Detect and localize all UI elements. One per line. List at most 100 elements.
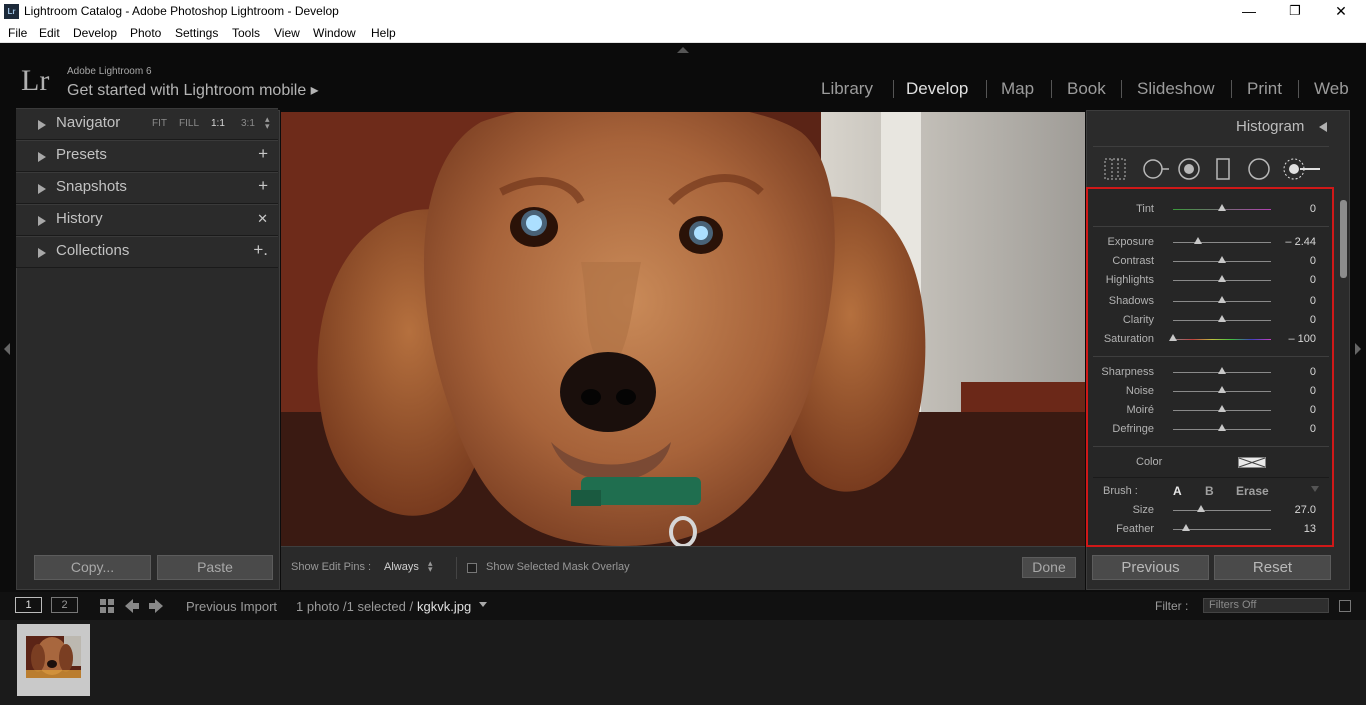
paste-button[interactable]: Paste <box>157 555 273 580</box>
nav-3-1[interactable]: 3:1 <box>241 118 255 129</box>
minimize-button[interactable]: — <box>1226 0 1272 23</box>
mask-overlay-checkbox[interactable] <box>467 563 477 573</box>
slider-value[interactable]: 0 <box>1310 203 1316 215</box>
menu-photo[interactable]: Photo <box>130 26 161 40</box>
slider-saturation[interactable]: Saturation – 100 <box>1090 331 1320 349</box>
module-map[interactable]: Map <box>1001 79 1034 99</box>
color-swatch-icon[interactable] <box>1238 457 1266 468</box>
expand-triangle-icon[interactable] <box>38 120 46 130</box>
filename-dropdown-icon[interactable] <box>479 602 487 607</box>
collections-section[interactable]: Collections +. <box>16 236 278 268</box>
filmstrip-thumbnail[interactable] <box>17 624 90 696</box>
copy-button[interactable]: Copy... <box>34 555 151 580</box>
menu-view[interactable]: View <box>274 26 300 40</box>
slider-thumb[interactable] <box>1193 237 1202 244</box>
primary-window-button[interactable]: 1 <box>15 597 42 613</box>
filter-dropdown[interactable]: Filters Off <box>1203 598 1329 613</box>
slider-value[interactable]: 0 <box>1310 366 1316 378</box>
snapshots-section[interactable]: Snapshots + <box>16 172 278 204</box>
slider-defringe[interactable]: Defringe 0 <box>1090 421 1320 439</box>
slider-shadows[interactable]: Shadows 0 <box>1090 293 1320 311</box>
module-develop[interactable]: Develop <box>906 79 968 99</box>
history-section[interactable]: History ✕ <box>16 204 278 236</box>
secondary-window-button[interactable]: 2 <box>51 597 78 613</box>
brush-erase-button[interactable]: Erase <box>1236 484 1269 498</box>
menu-window[interactable]: Window <box>313 26 356 40</box>
slider-track[interactable] <box>1173 510 1271 511</box>
brush-a-button[interactable]: A <box>1173 484 1182 498</box>
module-print[interactable]: Print <box>1247 79 1282 99</box>
expand-triangle-icon[interactable] <box>38 184 46 194</box>
slider-brush-feather[interactable]: Feather 13 <box>1090 521 1320 539</box>
brush-collapse-icon[interactable] <box>1311 486 1319 492</box>
slider-clarity[interactable]: Clarity 0 <box>1090 312 1320 330</box>
slider-value[interactable]: 0 <box>1310 404 1316 416</box>
photo-preview[interactable] <box>281 112 1085 546</box>
slider-contrast[interactable]: Contrast 0 <box>1090 253 1320 271</box>
slider-track[interactable] <box>1173 339 1271 340</box>
slider-thumb[interactable] <box>1218 275 1226 282</box>
navigator-section[interactable]: Navigator <box>16 108 278 140</box>
nav-fill[interactable]: FILL <box>179 118 199 129</box>
histogram-label[interactable]: Histogram <box>1236 118 1304 135</box>
histogram-collapse-icon[interactable] <box>1319 122 1327 132</box>
slider-thumb[interactable] <box>1169 334 1177 341</box>
slider-value[interactable]: 0 <box>1310 385 1316 397</box>
slider-exposure[interactable]: Exposure – 2.44 <box>1090 234 1320 252</box>
filter-lock-icon[interactable] <box>1339 600 1351 612</box>
brush-b-button[interactable]: B <box>1205 484 1214 498</box>
presets-section[interactable]: Presets + <box>16 140 278 172</box>
zoom-stepper-icon[interactable]: ▴ ▾ <box>265 115 270 131</box>
menu-tools[interactable]: Tools <box>232 26 260 40</box>
slider-thumb[interactable] <box>1197 505 1206 512</box>
restore-button[interactable]: ❐ <box>1272 0 1318 23</box>
red-eye-icon[interactable] <box>1176 156 1202 182</box>
slider-noise[interactable]: Noise 0 <box>1090 383 1320 401</box>
slider-value[interactable]: – 2.44 <box>1285 236 1316 248</box>
menu-develop[interactable]: Develop <box>73 26 117 40</box>
dropdown-arrows-icon[interactable]: ▴ ▾ <box>428 559 433 574</box>
slider-value[interactable]: 0 <box>1310 314 1316 326</box>
crop-overlay-icon[interactable] <box>1102 156 1128 182</box>
slider-thumb[interactable] <box>1181 524 1190 531</box>
slider-value[interactable]: 0 <box>1310 255 1316 267</box>
menu-settings[interactable]: Settings <box>175 26 218 40</box>
slider-thumb[interactable] <box>1218 315 1226 322</box>
collapse-right-arrow-icon[interactable] <box>1355 343 1361 355</box>
slider-brush-size[interactable]: Size 27.0 <box>1090 502 1320 520</box>
menu-edit[interactable]: Edit <box>39 26 60 40</box>
expand-triangle-icon[interactable] <box>38 216 46 226</box>
collapse-left-arrow-icon[interactable] <box>4 343 10 355</box>
slider-value[interactable]: 0 <box>1310 295 1316 307</box>
slider-value[interactable]: – 100 <box>1288 333 1316 345</box>
source-label[interactable]: Previous Import <box>186 599 277 614</box>
previous-button[interactable]: Previous <box>1092 555 1209 580</box>
slider-thumb[interactable] <box>1218 296 1226 303</box>
reset-button[interactable]: Reset <box>1214 555 1331 580</box>
back-arrow-icon[interactable] <box>124 598 140 614</box>
module-library[interactable]: Library <box>821 79 873 99</box>
slider-thumb[interactable] <box>1218 256 1226 263</box>
slider-value[interactable]: 13 <box>1304 523 1316 535</box>
close-window-button[interactable]: ✕ <box>1318 0 1364 23</box>
slider-value[interactable]: 0 <box>1310 423 1316 435</box>
selected-filename[interactable]: kgkvk.jpg <box>417 599 471 614</box>
graduated-filter-icon[interactable] <box>1212 156 1234 182</box>
add-snapshot-icon[interactable]: + <box>258 176 268 196</box>
forward-arrow-icon[interactable] <box>148 598 164 614</box>
radial-filter-icon[interactable] <box>1246 156 1272 182</box>
done-button[interactable]: Done <box>1022 557 1076 578</box>
right-panel-scrollbar[interactable] <box>1340 200 1347 278</box>
slider-track[interactable] <box>1173 242 1271 243</box>
slider-value[interactable]: 0 <box>1310 274 1316 286</box>
expand-triangle-icon[interactable] <box>38 152 46 162</box>
slider-thumb[interactable] <box>1218 204 1226 211</box>
lightroom-mobile-link[interactable]: Get started with Lightroom mobile ▸ <box>67 80 319 100</box>
slider-tint[interactable]: Tint 0 <box>1090 201 1320 219</box>
menu-help[interactable]: Help <box>371 26 396 40</box>
add-collection-icon[interactable]: +. <box>253 240 268 260</box>
expand-triangle-icon[interactable] <box>38 248 46 258</box>
slider-thumb[interactable] <box>1218 386 1226 393</box>
menu-file[interactable]: File <box>8 26 27 40</box>
grid-view-icon[interactable] <box>99 598 115 614</box>
